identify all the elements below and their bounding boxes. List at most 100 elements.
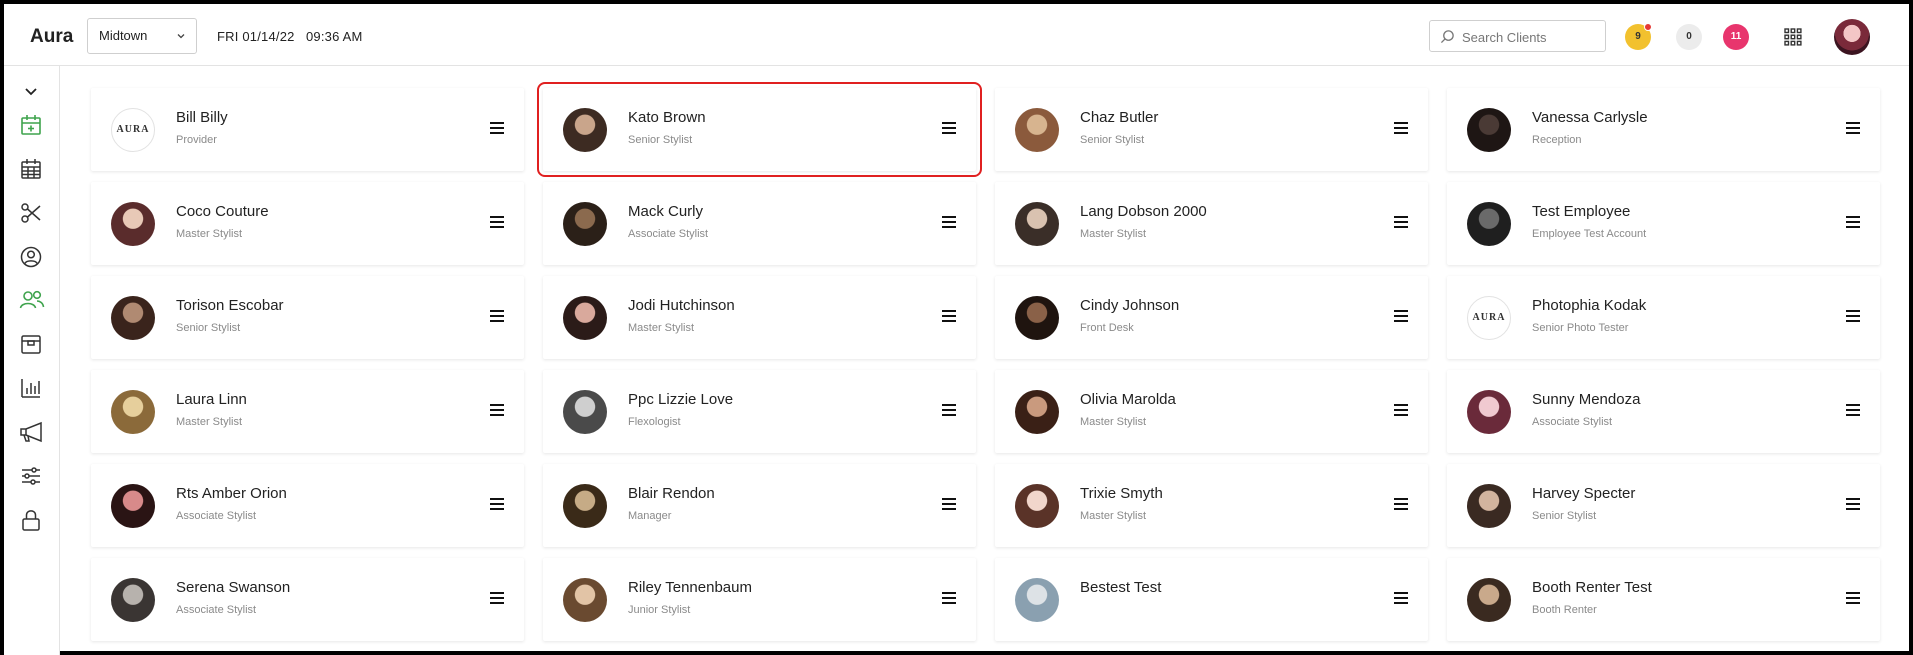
- employee-name[interactable]: Coco Couture: [176, 203, 269, 220]
- employee-name[interactable]: Mack Curly: [628, 203, 703, 220]
- employee-card[interactable]: Sunny Mendoza Associate Stylist: [1447, 370, 1880, 453]
- employee-name[interactable]: Blair Rendon: [628, 485, 715, 502]
- employee-name[interactable]: Booth Renter Test: [1532, 579, 1652, 596]
- employee-card[interactable]: Bestest Test: [995, 558, 1428, 641]
- employee-name[interactable]: Trixie Smyth: [1080, 485, 1163, 502]
- employee-name[interactable]: Riley Tennenbaum: [628, 579, 752, 596]
- hamburger-menu-icon[interactable]: [1846, 216, 1860, 228]
- employee-avatar: [1015, 108, 1059, 152]
- chevron-down-icon[interactable]: [19, 80, 43, 104]
- employee-name[interactable]: Test Employee: [1532, 203, 1630, 220]
- hamburger-menu-icon[interactable]: [1394, 498, 1408, 510]
- users-icon[interactable]: [19, 288, 45, 312]
- employee-card[interactable]: AURA Photophia Kodak Senior Photo Tester: [1447, 276, 1880, 359]
- hamburger-menu-icon[interactable]: [942, 310, 956, 322]
- employee-card[interactable]: Harvey Specter Senior Stylist: [1447, 464, 1880, 547]
- hamburger-menu-icon[interactable]: [942, 216, 956, 228]
- hamburger-menu-icon[interactable]: [1846, 498, 1860, 510]
- scissors-icon[interactable]: [19, 201, 43, 225]
- employee-name[interactable]: Olivia Marolda: [1080, 391, 1176, 408]
- user-circle-icon[interactable]: [19, 245, 43, 269]
- employee-card[interactable]: Riley Tennenbaum Junior Stylist: [543, 558, 976, 641]
- notification-badge-yellow[interactable]: 9: [1625, 23, 1652, 50]
- employee-card[interactable]: Chaz Butler Senior Stylist: [995, 88, 1428, 171]
- employee-card[interactable]: Torison Escobar Senior Stylist: [91, 276, 524, 359]
- employee-card[interactable]: Test Employee Employee Test Account: [1447, 182, 1880, 265]
- hamburger-menu-icon[interactable]: [1394, 122, 1408, 134]
- hamburger-menu-icon[interactable]: [490, 216, 504, 228]
- employee-card[interactable]: Booth Renter Test Booth Renter: [1447, 558, 1880, 641]
- hamburger-menu-icon[interactable]: [1846, 404, 1860, 416]
- employee-name[interactable]: Bestest Test: [1080, 579, 1161, 596]
- sliders-icon[interactable]: [19, 464, 43, 488]
- employee-avatar: [563, 296, 607, 340]
- hamburger-menu-icon[interactable]: [1394, 404, 1408, 416]
- employee-name[interactable]: Bill Billy: [176, 109, 228, 126]
- employee-name[interactable]: Lang Dobson 2000: [1080, 203, 1207, 220]
- user-avatar[interactable]: [1834, 19, 1870, 55]
- employee-name[interactable]: Sunny Mendoza: [1532, 391, 1640, 408]
- hamburger-menu-icon[interactable]: [1394, 592, 1408, 604]
- employee-card[interactable]: Kato Brown Senior Stylist: [537, 82, 982, 177]
- hamburger-menu-icon[interactable]: [942, 122, 956, 134]
- hamburger-menu-icon[interactable]: [942, 592, 956, 604]
- employee-card[interactable]: AURA Bill Billy Provider: [91, 88, 524, 171]
- hamburger-menu-icon[interactable]: [1394, 310, 1408, 322]
- employee-card[interactable]: Mack Curly Associate Stylist: [543, 182, 976, 265]
- employee-avatar: [1015, 296, 1059, 340]
- brand-title[interactable]: Aura: [30, 26, 73, 48]
- employee-avatar: AURA: [111, 108, 155, 152]
- employee-name[interactable]: Chaz Butler: [1080, 109, 1158, 126]
- employee-card[interactable]: Coco Couture Master Stylist: [91, 182, 524, 265]
- employee-name[interactable]: Jodi Hutchinson: [628, 297, 735, 314]
- employee-avatar: [563, 202, 607, 246]
- employee-card[interactable]: Blair Rendon Manager: [543, 464, 976, 547]
- employee-name[interactable]: Cindy Johnson: [1080, 297, 1179, 314]
- employee-name[interactable]: Serena Swanson: [176, 579, 290, 596]
- employee-card[interactable]: Serena Swanson Associate Stylist: [91, 558, 524, 641]
- hamburger-menu-icon[interactable]: [490, 122, 504, 134]
- employee-name[interactable]: Harvey Specter: [1532, 485, 1635, 502]
- megaphone-icon[interactable]: [19, 420, 43, 444]
- employee-name[interactable]: Kato Brown: [628, 109, 706, 126]
- hamburger-menu-icon[interactable]: [1394, 216, 1408, 228]
- employee-role: Reception: [1532, 134, 1582, 146]
- hamburger-menu-icon[interactable]: [490, 498, 504, 510]
- employee-card[interactable]: Ppc Lizzie Love Flexologist: [543, 370, 976, 453]
- employee-card[interactable]: Laura Linn Master Stylist: [91, 370, 524, 453]
- employee-name[interactable]: Rts Amber Orion: [176, 485, 287, 502]
- location-select[interactable]: Midtown: [87, 18, 197, 54]
- employee-card[interactable]: Jodi Hutchinson Master Stylist: [543, 276, 976, 359]
- employee-card[interactable]: Lang Dobson 2000 Master Stylist: [995, 182, 1428, 265]
- hamburger-menu-icon[interactable]: [942, 498, 956, 510]
- bar-chart-icon[interactable]: [19, 376, 43, 400]
- employee-card[interactable]: Trixie Smyth Master Stylist: [995, 464, 1428, 547]
- lock-icon[interactable]: [19, 508, 43, 532]
- calendar-add-icon[interactable]: [19, 113, 43, 137]
- hamburger-menu-icon[interactable]: [1846, 122, 1860, 134]
- employee-name[interactable]: Vanessa Carlysle: [1532, 109, 1648, 126]
- employee-card[interactable]: Olivia Marolda Master Stylist: [995, 370, 1428, 453]
- notification-badge-pink[interactable]: 11: [1723, 24, 1749, 50]
- calendar-icon[interactable]: [19, 157, 43, 181]
- hamburger-menu-icon[interactable]: [1846, 592, 1860, 604]
- hamburger-menu-icon[interactable]: [490, 310, 504, 322]
- employee-name[interactable]: Torison Escobar: [176, 297, 284, 314]
- hamburger-menu-icon[interactable]: [490, 404, 504, 416]
- employee-card[interactable]: Rts Amber Orion Associate Stylist: [91, 464, 524, 547]
- employee-avatar: [1467, 202, 1511, 246]
- employee-name[interactable]: Ppc Lizzie Love: [628, 391, 733, 408]
- apps-grid-icon[interactable]: [1784, 28, 1802, 46]
- employee-name[interactable]: Photophia Kodak: [1532, 297, 1646, 314]
- hamburger-menu-icon[interactable]: [490, 592, 504, 604]
- employee-card[interactable]: Vanessa Carlysle Reception: [1447, 88, 1880, 171]
- sidebar: [4, 66, 60, 655]
- search-clients-input[interactable]: [1460, 27, 1600, 47]
- box-icon[interactable]: [19, 332, 43, 356]
- notification-badge-grey[interactable]: 0: [1676, 24, 1702, 50]
- employee-card[interactable]: Cindy Johnson Front Desk: [995, 276, 1428, 359]
- hamburger-menu-icon[interactable]: [1846, 310, 1860, 322]
- search-box[interactable]: [1429, 20, 1606, 52]
- hamburger-menu-icon[interactable]: [942, 404, 956, 416]
- employee-name[interactable]: Laura Linn: [176, 391, 247, 408]
